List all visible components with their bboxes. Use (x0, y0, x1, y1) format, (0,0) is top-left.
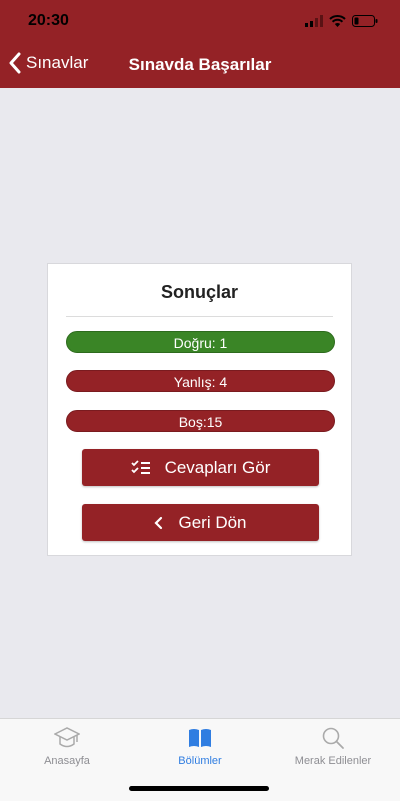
graduation-cap-icon (54, 727, 80, 748)
battery-icon (352, 15, 378, 27)
tab-label-home: Anasayfa (44, 755, 90, 767)
view-answers-label: Cevapları Gör (164, 457, 271, 477)
wifi-icon (329, 15, 346, 27)
results-card: Sonuçlar Doğru: 1 Yanlış: 4 Boş:15 Cevap… (47, 263, 352, 556)
book-icon (189, 729, 211, 747)
wrong-count-badge: Yanlış: 4 (66, 370, 335, 392)
tab-faq[interactable]: Merak Edilenler (268, 725, 398, 767)
tab-label-faq: Merak Edilenler (294, 755, 372, 767)
status-icons (305, 15, 378, 27)
results-title: Sonuçlar (160, 282, 239, 302)
chevron-left-icon (154, 516, 163, 529)
go-back-label: Geri Dön (178, 512, 247, 532)
home-indicator (129, 786, 269, 791)
status-time: 20:30 (28, 12, 69, 29)
correct-count-badge: Doğru: 1 (66, 331, 335, 353)
tab-sections[interactable]: Bölümler (135, 725, 265, 767)
app-header: 20:30 Sınavlar Sınavda Başarılar (0, 0, 400, 88)
cellular-signal-icon (305, 15, 323, 27)
tab-label-sections: Bölümler (178, 755, 222, 767)
view-answers-button[interactable]: Cevapları Gör (82, 449, 319, 486)
tab-home[interactable]: Anasayfa (2, 725, 132, 767)
go-back-button[interactable]: Geri Dön (82, 504, 319, 541)
empty-count-badge: Boş:15 (66, 410, 335, 432)
status-bar: 20:30 (0, 0, 400, 44)
checklist-icon (130, 459, 150, 474)
nav-bar: Sınavlar Sınavda Başarılar (0, 44, 400, 88)
search-icon (322, 727, 344, 749)
divider (66, 316, 333, 317)
page-title: Sınavda Başarılar (128, 55, 272, 74)
